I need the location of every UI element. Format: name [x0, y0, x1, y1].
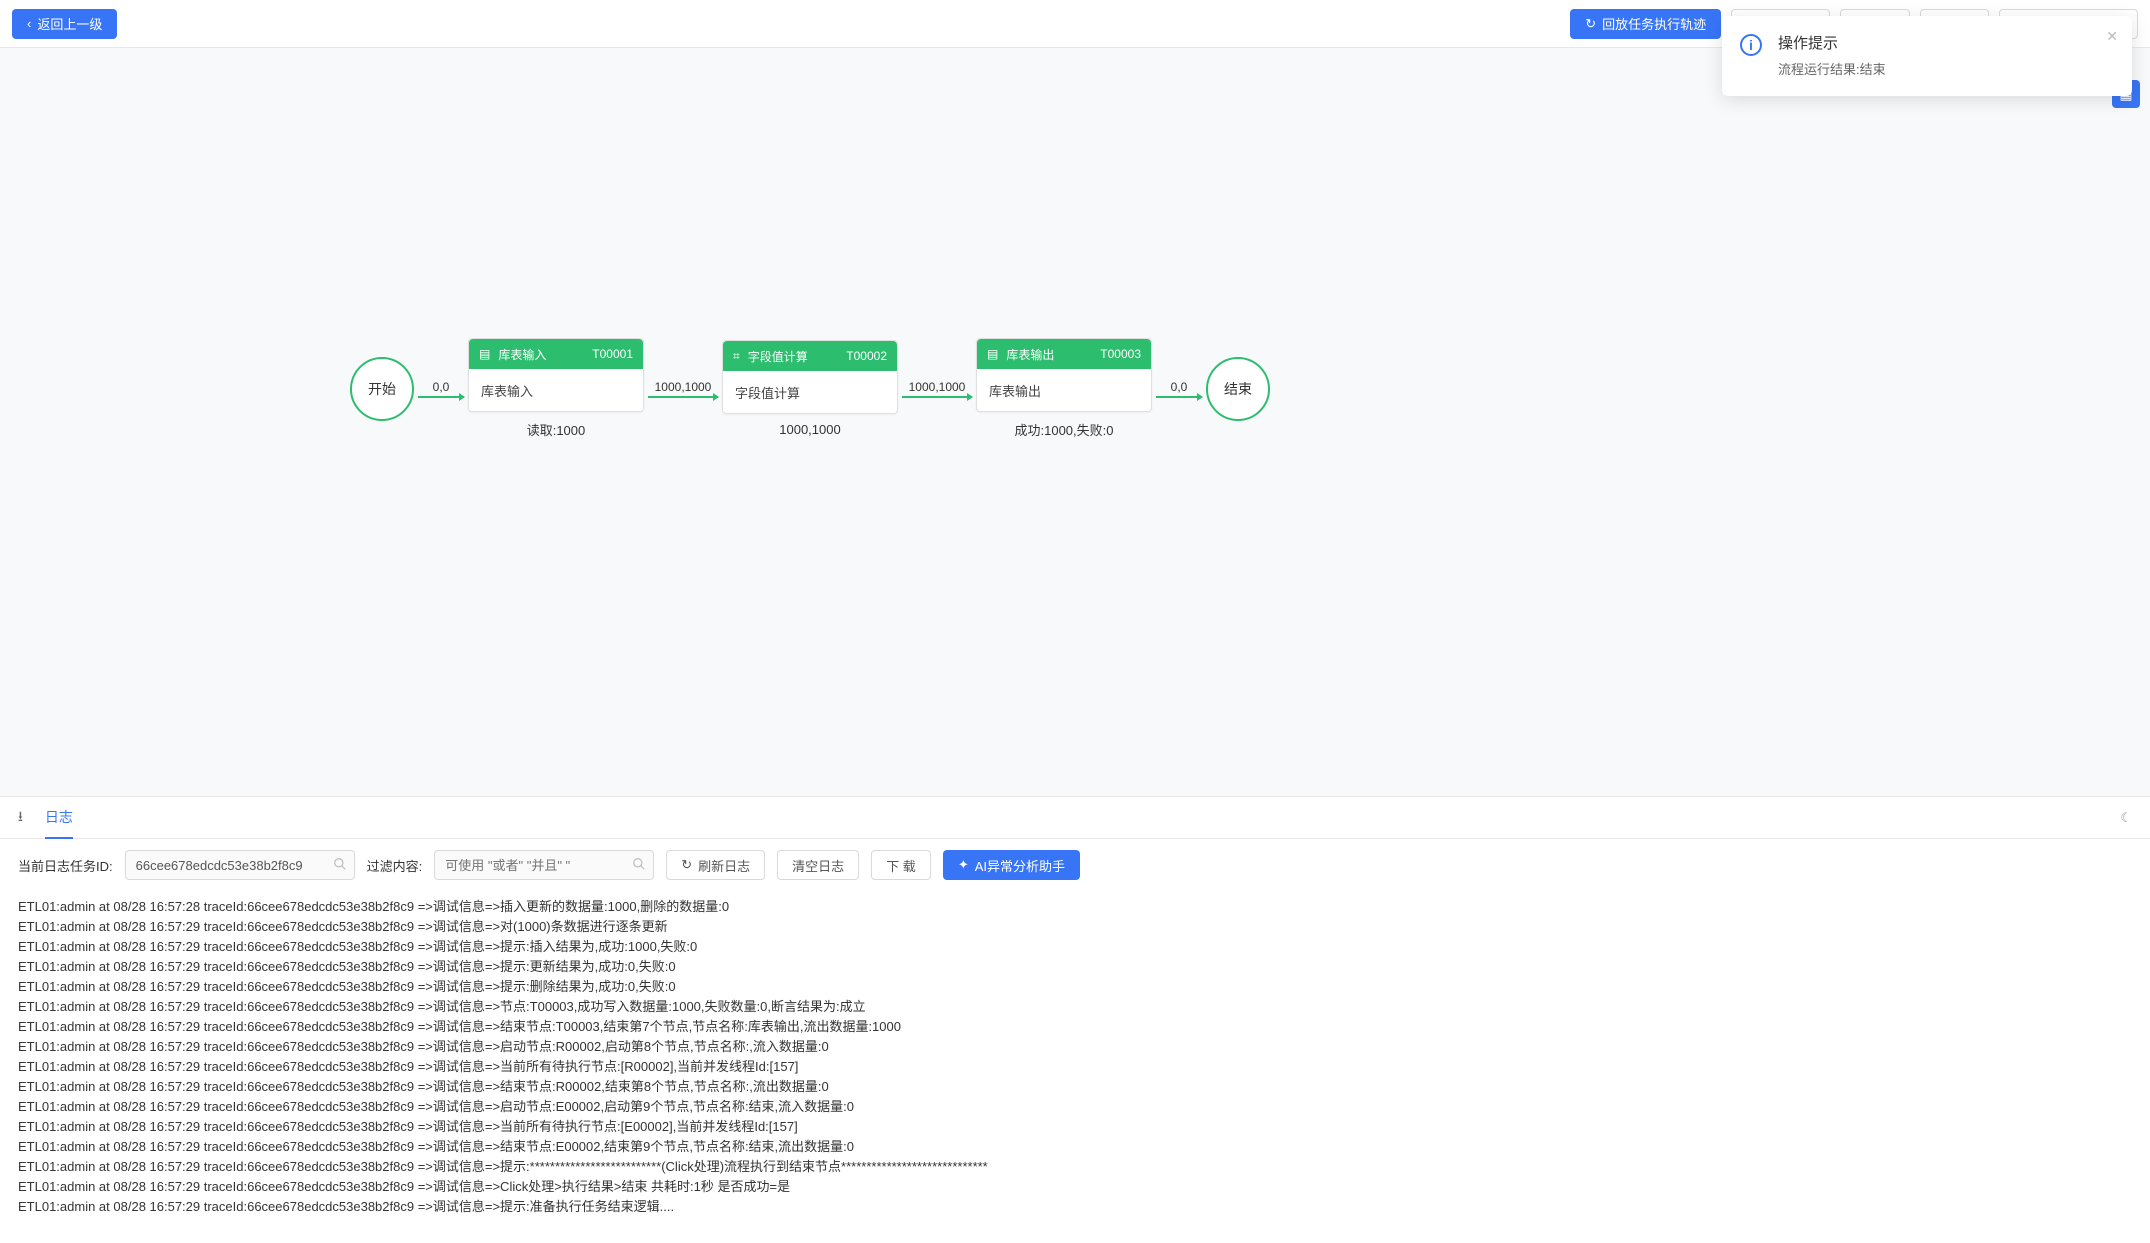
- log-line: ETL01:admin at 08/28 16:57:29 traceId:66…: [18, 1077, 2132, 1097]
- toast-title: 操作提示: [1778, 32, 2114, 53]
- clear-log-button[interactable]: 清空日志: [777, 850, 859, 880]
- info-icon: i: [1740, 34, 1762, 56]
- log-line: ETL01:admin at 08/28 16:57:28 traceId:66…: [18, 897, 2132, 917]
- log-line: ETL01:admin at 08/28 16:57:29 traceId:66…: [18, 997, 2132, 1017]
- ai-assist-button[interactable]: ✦ AI异常分析助手: [943, 850, 1080, 880]
- log-line: ETL01:admin at 08/28 16:57:29 traceId:66…: [18, 1117, 2132, 1137]
- task-id-label: 当前日志任务ID:: [18, 856, 113, 875]
- log-line: ETL01:admin at 08/28 16:57:29 traceId:66…: [18, 1157, 2132, 1177]
- sparkle-icon: ✦: [958, 857, 969, 873]
- task-stat: 读取:1000: [468, 420, 644, 439]
- table-output-icon: ▤: [987, 347, 998, 361]
- refresh-log-label: 刷新日志: [698, 856, 750, 875]
- log-line: ETL01:admin at 08/28 16:57:29 traceId:66…: [18, 1057, 2132, 1077]
- log-panel: ⭳ 日志 ☾ 当前日志任务ID: 过滤内容:: [0, 796, 2150, 1243]
- log-toolbar: 当前日志任务ID: 过滤内容: ↻ 刷新日志 清空日志: [0, 839, 2150, 891]
- log-line: ETL01:admin at 08/28 16:57:29 traceId:66…: [18, 917, 2132, 937]
- flow-edge: 0,0: [418, 380, 464, 398]
- task-type-label: 库表输出: [1006, 346, 1054, 363]
- log-line: ETL01:admin at 08/28 16:57:29 traceId:66…: [18, 1037, 2132, 1057]
- refresh-icon: ↻: [681, 857, 692, 873]
- flow-edge: 0,0: [1156, 380, 1202, 398]
- flow-edge: 1000,1000: [902, 380, 972, 398]
- tab-collapse[interactable]: ⭳: [18, 797, 23, 839]
- task-id: T00001: [592, 347, 633, 361]
- start-node[interactable]: 开始: [350, 357, 414, 421]
- toast-message: 流程运行结果:结束: [1778, 59, 2114, 78]
- refresh-log-button[interactable]: ↻ 刷新日志: [666, 850, 765, 880]
- log-line: ETL01:admin at 08/28 16:57:29 traceId:66…: [18, 1137, 2132, 1157]
- flow-canvas[interactable]: ▦ 开始 0,0 ▤ 库表输入 T00001 库表输入: [0, 48, 2150, 796]
- log-line: ETL01:admin at 08/28 16:57:29 traceId:66…: [18, 1197, 2132, 1217]
- moon-icon: ☾: [2120, 810, 2132, 825]
- refresh-icon: ↻: [1585, 16, 1596, 32]
- task-stat: 成功:1000,失败:0: [976, 420, 1152, 439]
- ai-assist-label: AI异常分析助手: [975, 856, 1065, 875]
- theme-toggle[interactable]: ☾: [2120, 810, 2132, 826]
- task-type-label: 字段值计算: [748, 348, 808, 365]
- download-log-label: 下 载: [886, 856, 916, 875]
- chevron-left-icon: ‹: [27, 16, 31, 31]
- toast-notification: i ✕ 操作提示 流程运行结果:结束: [1722, 16, 2132, 96]
- task-title: 库表输入: [469, 369, 643, 411]
- back-button[interactable]: ‹ 返回上一级: [12, 9, 117, 39]
- replay-button-label: 回放任务执行轨迹: [1602, 14, 1706, 33]
- clear-log-label: 清空日志: [792, 856, 844, 875]
- start-node-label: 开始: [368, 379, 396, 399]
- edge-count: 0,0: [433, 380, 450, 394]
- flow-edge: 1000,1000: [648, 380, 718, 398]
- filter-input[interactable]: [434, 850, 654, 880]
- table-input-icon: ▤: [479, 347, 490, 361]
- task-node-t00003[interactable]: ▤ 库表输出 T00003 库表输出: [976, 338, 1152, 412]
- log-line: ETL01:admin at 08/28 16:57:29 traceId:66…: [18, 1177, 2132, 1197]
- tab-log-label: 日志: [45, 807, 73, 827]
- log-line: ETL01:admin at 08/28 16:57:29 traceId:66…: [18, 937, 2132, 957]
- end-node[interactable]: 结束: [1206, 357, 1270, 421]
- replay-button[interactable]: ↻ 回放任务执行轨迹: [1570, 9, 1721, 39]
- edge-count: 1000,1000: [655, 380, 712, 394]
- log-line: ETL01:admin at 08/28 16:57:29 traceId:66…: [18, 1097, 2132, 1117]
- close-icon[interactable]: ✕: [2106, 28, 2118, 45]
- flow-diagram: 开始 0,0 ▤ 库表输入 T00001 库表输入 读取:1000: [350, 338, 1270, 439]
- log-tabs: ⭳ 日志 ☾: [0, 797, 2150, 839]
- log-line: ETL01:admin at 08/28 16:57:29 traceId:66…: [18, 1017, 2132, 1037]
- task-stat: 1000,1000: [722, 422, 898, 437]
- task-title: 库表输出: [977, 369, 1151, 411]
- edge-count: 1000,1000: [909, 380, 966, 394]
- task-title: 字段值计算: [723, 371, 897, 413]
- task-node-t00002[interactable]: ⌗ 字段值计算 T00002 字段值计算: [722, 340, 898, 414]
- task-id-input[interactable]: [125, 850, 355, 880]
- task-type-label: 库表输入: [498, 346, 546, 363]
- calculator-icon: ⌗: [733, 349, 740, 364]
- download-log-button[interactable]: 下 载: [871, 850, 931, 880]
- download-icon: ⭳: [18, 806, 23, 830]
- back-button-label: 返回上一级: [37, 14, 102, 33]
- task-id: T00003: [1100, 347, 1141, 361]
- tab-log[interactable]: 日志: [45, 797, 73, 839]
- filter-label: 过滤内容:: [367, 856, 423, 875]
- edge-count: 0,0: [1171, 380, 1188, 394]
- end-node-label: 结束: [1224, 379, 1252, 399]
- log-output[interactable]: ETL01:admin at 08/28 16:57:28 traceId:66…: [0, 891, 2150, 1243]
- log-line: ETL01:admin at 08/28 16:57:29 traceId:66…: [18, 957, 2132, 977]
- task-node-t00001[interactable]: ▤ 库表输入 T00001 库表输入: [468, 338, 644, 412]
- log-line: ETL01:admin at 08/28 16:57:29 traceId:66…: [18, 977, 2132, 997]
- task-id: T00002: [846, 349, 887, 363]
